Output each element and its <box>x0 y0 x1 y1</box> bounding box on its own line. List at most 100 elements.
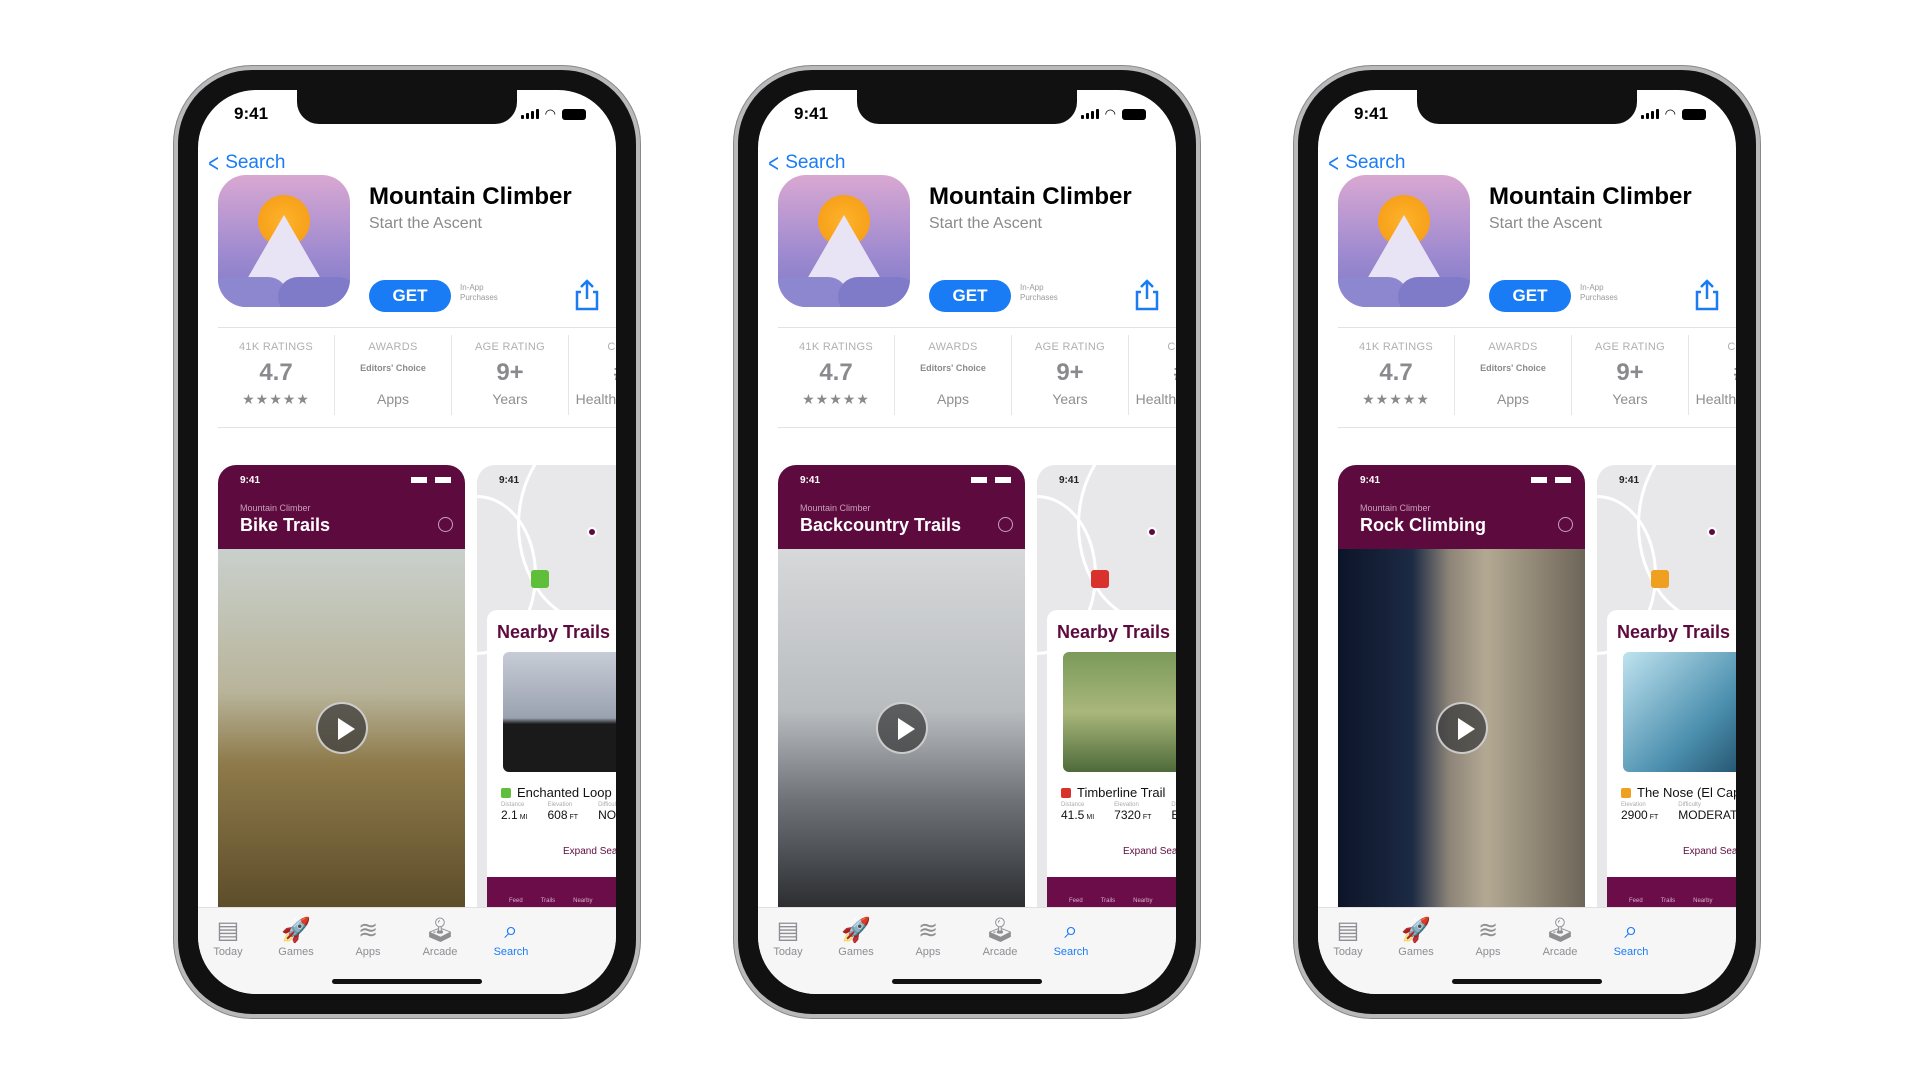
panel-tab: Trails <box>540 898 556 904</box>
chevron-left-icon: < <box>1328 148 1339 178</box>
signal-icon <box>1640 109 1659 119</box>
screenshot-map[interactable]: 9:41 Nearby Trails Timberline Trail Dist… <box>1037 465 1176 907</box>
app-icon <box>778 175 910 307</box>
play-button[interactable] <box>315 702 368 754</box>
tab-search[interactable]: ⌕ Search <box>1601 916 1661 958</box>
back-button[interactable]: < Search <box>1326 150 1405 176</box>
panel-tab: Nearby <box>1133 898 1153 904</box>
play-button[interactable] <box>875 702 928 754</box>
joystick-icon: 🕹 <box>424 917 456 944</box>
notch <box>857 90 1077 124</box>
panel-tab: Feed <box>1069 898 1083 904</box>
in-app-purchases-label: In-App Purchases <box>1020 283 1058 302</box>
screenshot-map[interactable]: 9:41 Nearby Trails The Nose (El Capitan)… <box>1597 465 1736 907</box>
app-title: Mountain Climber <box>369 183 572 210</box>
rocket-icon: 🚀 <box>281 917 311 944</box>
map-marker <box>1707 527 1717 537</box>
tab-search[interactable]: ⌕ Search <box>481 916 541 958</box>
back-button[interactable]: < Search <box>206 150 285 176</box>
stat-2: AGE RATING 9+ Years <box>452 335 569 415</box>
stat-1: AWARDS Editors' Choice Apps <box>895 335 1012 415</box>
iphone-mockup: 9:41 ◠ < Search Mountain Climber Start th… <box>1294 66 1760 1018</box>
trail-pin-icon <box>1651 570 1669 588</box>
status-icons: ◠ <box>520 106 586 122</box>
app-subtitle: Start the Ascent <box>929 215 1042 232</box>
tab-games[interactable]: 🚀 Games <box>1386 916 1446 958</box>
tab-apps[interactable]: ≋ Apps <box>338 916 398 958</box>
trail-photo <box>1063 652 1176 772</box>
screenshot-video[interactable]: 9:41 Mountain Climber Rock Climbing <box>1338 465 1585 907</box>
stats-row[interactable]: 41K RATINGS 4.7 ★★★★★ AWARDS Editors' Ch… <box>218 335 616 415</box>
stat-3: CHART #1 Health & Fitness <box>569 335 616 415</box>
stat-0: 41K RATINGS 4.7 ★★★★★ <box>218 335 335 415</box>
tab-apps[interactable]: ≋ Apps <box>898 916 958 958</box>
get-button[interactable]: GET <box>369 280 451 312</box>
app-title: Mountain Climber <box>1489 183 1692 210</box>
screen-title: Rock Climbing <box>1360 515 1487 535</box>
share-icon[interactable] <box>1132 278 1162 312</box>
panel-tab-bar: Feed Trails Nearby <box>487 877 616 907</box>
play-button[interactable] <box>1435 702 1488 754</box>
star-rating: ★★★★★ <box>1362 391 1430 407</box>
get-button[interactable]: GET <box>929 280 1011 312</box>
preview-photo <box>218 549 465 907</box>
chevron-left-icon: < <box>208 148 219 178</box>
stat-2: AGE RATING 9+ Years <box>1012 335 1129 415</box>
tab-arcade[interactable]: 🕹 Arcade <box>970 916 1030 958</box>
trail-type-icon <box>1621 787 1631 798</box>
editors-choice-badge: Editors' Choice <box>360 363 426 373</box>
search-icon <box>1558 517 1573 532</box>
screenshot-video[interactable]: 9:41 Mountain Climber Backcountry Trails <box>778 465 1025 907</box>
screenshot-video[interactable]: 9:41 Mountain Climber Bike Trails <box>218 465 465 907</box>
trail-type-icon <box>501 787 511 798</box>
trail-metric: DifficultyMODERATE <box>1678 802 1736 822</box>
app-icon <box>1338 175 1470 307</box>
wifi-icon: ◠ <box>544 106 556 121</box>
share-icon[interactable] <box>1692 278 1722 312</box>
status-icons: ◠ <box>1640 106 1706 122</box>
tab-today[interactable]: ▤ Today <box>1318 916 1378 958</box>
notch <box>297 90 517 124</box>
divider <box>1338 327 1736 328</box>
today-icon: ▤ <box>216 917 240 944</box>
tab-today[interactable]: ▤ Today <box>758 916 818 958</box>
get-button[interactable]: GET <box>1489 280 1571 312</box>
trail-metric: Elevation 2900 FT <box>1621 802 1659 822</box>
layers-icon: ≋ <box>357 917 379 944</box>
map-marker <box>1147 527 1157 537</box>
tab-arcade[interactable]: 🕹 Arcade <box>410 916 470 958</box>
stat-0: 41K RATINGS 4.7 ★★★★★ <box>778 335 895 415</box>
back-button[interactable]: < Search <box>766 150 845 176</box>
home-indicator <box>892 979 1042 984</box>
tab-games[interactable]: 🚀 Games <box>826 916 886 958</box>
stat-3: CHART #1 Health & Fitness <box>1129 335 1176 415</box>
rocket-icon: 🚀 <box>841 917 871 944</box>
trail-metric: DifficultyNOVICE <box>598 802 616 822</box>
panel-tab: Trails <box>1660 898 1676 904</box>
tab-arcade[interactable]: 🕹 Arcade <box>1530 916 1590 958</box>
stats-row[interactable]: 41K RATINGS 4.7 ★★★★★ AWARDS Editors' Ch… <box>778 335 1176 415</box>
tab-games[interactable]: 🚀 Games <box>266 916 326 958</box>
share-icon[interactable] <box>572 278 602 312</box>
panel-tab: Nearby <box>1693 898 1713 904</box>
screenshot-map[interactable]: 9:41 Nearby Trails Enchanted Loop Distan… <box>477 465 616 907</box>
rocket-icon: 🚀 <box>1401 917 1431 944</box>
tab-today[interactable]: ▤ Today <box>198 916 258 958</box>
tab-apps[interactable]: ≋ Apps <box>1458 916 1518 958</box>
trail-type-icon <box>1061 787 1071 798</box>
star-rating: ★★★★★ <box>242 391 310 407</box>
chevron-left-icon: < <box>768 148 779 178</box>
layers-icon: ≋ <box>917 917 939 944</box>
panel-tab: Feed <box>509 898 523 904</box>
home-indicator <box>1452 979 1602 984</box>
joystick-icon: 🕹 <box>1544 917 1576 944</box>
wifi-icon: ◠ <box>1104 106 1116 121</box>
divider <box>778 327 1176 328</box>
star-rating: ★★★★★ <box>802 391 870 407</box>
panel-tab-bar: Feed Trails Nearby <box>1607 877 1736 907</box>
trail-photo <box>503 652 616 772</box>
tab-search[interactable]: ⌕ Search <box>1041 916 1101 958</box>
stat-1: AWARDS Editors' Choice Apps <box>335 335 452 415</box>
stats-row[interactable]: 41K RATINGS 4.7 ★★★★★ AWARDS Editors' Ch… <box>1338 335 1736 415</box>
signal-icon <box>1080 109 1099 119</box>
